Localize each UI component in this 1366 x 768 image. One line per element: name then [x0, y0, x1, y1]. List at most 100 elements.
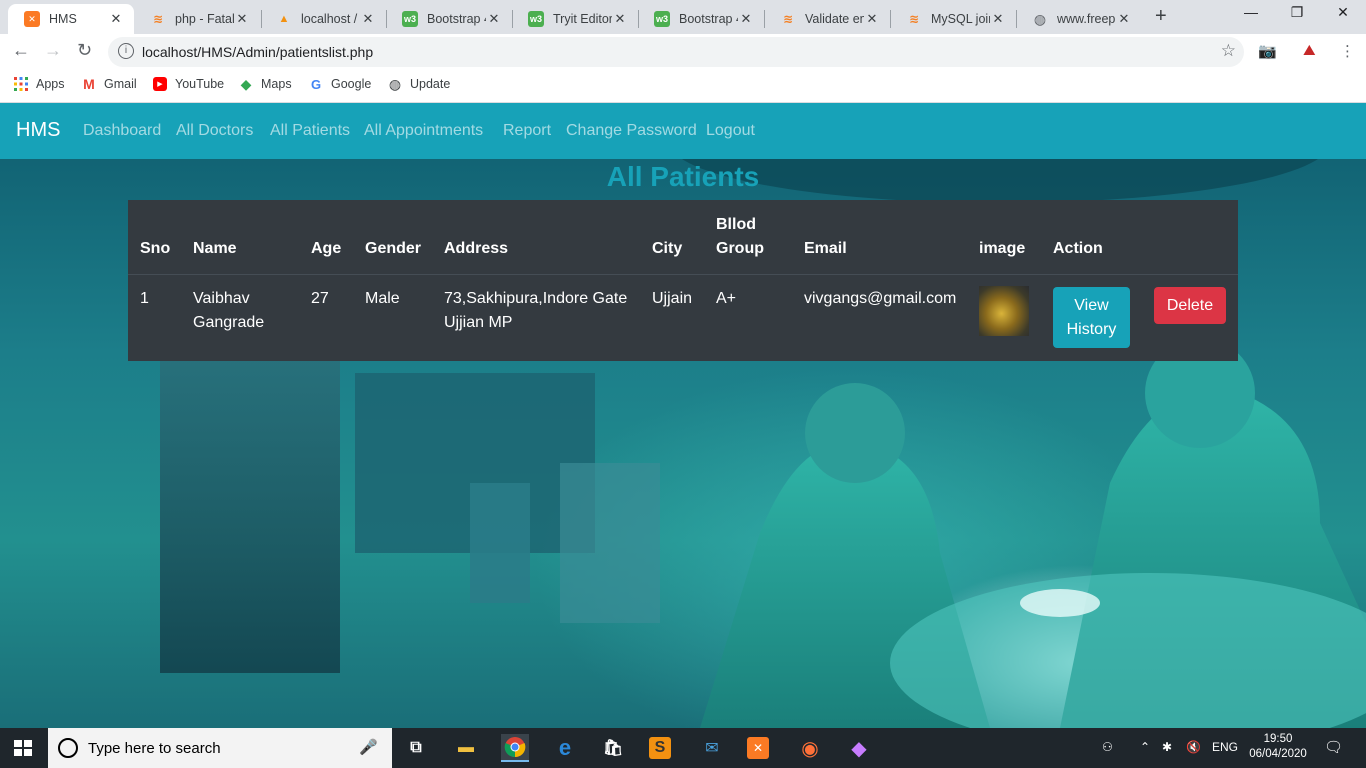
bookmark-label: Gmail	[104, 77, 137, 91]
bookmark-youtube[interactable]: ▶ YouTube	[153, 77, 224, 91]
header-city: City	[652, 240, 683, 257]
bookmark-google[interactable]: G Google	[309, 77, 372, 92]
network-icon[interactable]: ✱	[1162, 740, 1172, 754]
forward-arrow-icon[interactable]: →	[44, 40, 62, 61]
brand-logo[interactable]: HMS	[16, 119, 60, 142]
window-close-icon[interactable]: ✕	[1320, 4, 1366, 21]
close-icon[interactable]: ✕	[234, 11, 250, 27]
info-icon[interactable]: i	[118, 43, 134, 59]
sublime-text-icon[interactable]: S	[649, 737, 671, 759]
microphone-icon[interactable]: 🎤	[359, 738, 378, 756]
tab-localhost[interactable]: ▲ localhost / ✕	[260, 4, 386, 34]
close-icon[interactable]: ✕	[108, 11, 124, 27]
view-history-button[interactable]: View History	[1053, 287, 1130, 348]
close-icon[interactable]: ✕	[360, 11, 376, 27]
cell-sno: 1	[140, 290, 149, 307]
new-tab-plus-icon[interactable]: +	[1155, 5, 1167, 28]
nav-link-all-doctors[interactable]: All Doctors	[176, 122, 253, 140]
tab-validate-email[interactable]: ≋ Validate em ✕	[764, 4, 890, 34]
stackoverflow-icon: ≋	[152, 12, 164, 26]
nav-link-report[interactable]: Report	[503, 122, 551, 140]
paint-3d-icon[interactable]: ◆	[845, 734, 873, 762]
volume-muted-icon[interactable]: 🔇	[1186, 740, 1201, 754]
extension-icon[interactable]: ⛰	[1303, 42, 1316, 59]
header-image: image	[979, 240, 1026, 257]
menu-dots-icon[interactable]: ⋮	[1340, 42, 1355, 60]
bookmark-maps[interactable]: ◆ Maps	[239, 75, 292, 92]
tab-title: Bootstrap 4	[679, 12, 738, 26]
bookmark-apps[interactable]: Apps	[14, 77, 65, 91]
xampp-icon: ✕	[24, 11, 40, 27]
nav-link-all-appointments[interactable]: All Appointments	[364, 122, 483, 140]
background-photo	[0, 103, 1366, 728]
tab-bootstrap-2[interactable]: w3 Bootstrap 4 ✕	[638, 4, 764, 34]
header-age: Age	[311, 240, 342, 257]
show-hidden-icons-chevron[interactable]: ⌃	[1140, 740, 1150, 754]
header-action: Action	[1053, 240, 1103, 257]
task-view-icon[interactable]: ⧉	[402, 734, 430, 762]
bookmark-gmail[interactable]: M Gmail	[82, 76, 137, 92]
nav-link-all-patients[interactable]: All Patients	[270, 122, 350, 140]
people-icon[interactable]: ⚇	[1102, 740, 1113, 754]
tab-hms[interactable]: ✕ HMS ✕	[8, 4, 134, 34]
taskbar-clock[interactable]: 19:50 06/04/2020	[1246, 732, 1310, 762]
close-icon[interactable]: ✕	[612, 11, 628, 27]
tab-bootstrap-1[interactable]: w3 Bootstrap 4 ✕	[386, 4, 512, 34]
restore-icon[interactable]: ❐	[1274, 4, 1320, 21]
bookmark-update[interactable]: ◍ Update	[388, 76, 451, 92]
tab-title: MySQL join	[931, 12, 990, 26]
bookmark-star-icon[interactable]: ☆	[1221, 41, 1236, 61]
cell-age: 27	[311, 290, 329, 307]
notifications-icon[interactable]: 🗨	[1324, 738, 1343, 756]
camera-icon[interactable]: 📷	[1258, 42, 1277, 60]
firefox-icon[interactable]: ◉	[796, 734, 824, 762]
minimize-icon[interactable]: —	[1228, 4, 1274, 20]
cortana-circle-icon	[58, 738, 78, 758]
xampp-icon[interactable]: ✕	[747, 737, 769, 759]
tab-mysql-join[interactable]: ≋ MySQL join ✕	[890, 4, 1016, 34]
bookmark-label: Google	[331, 77, 372, 91]
nav-link-dashboard[interactable]: Dashboard	[83, 122, 161, 140]
edge-icon[interactable]: e	[551, 734, 579, 762]
file-explorer-icon[interactable]: ▬	[452, 734, 480, 762]
cell-city: Ujjain	[652, 290, 693, 307]
stackoverflow-icon: ≋	[782, 12, 794, 26]
clock-time: 19:50	[1263, 733, 1293, 745]
reload-icon[interactable]: ↻	[77, 40, 92, 61]
language-indicator[interactable]: ENG	[1212, 740, 1238, 754]
bookmark-label: Update	[410, 77, 451, 91]
bookmark-label: Maps	[261, 77, 292, 91]
header-email: Email	[804, 240, 847, 257]
header-blood-group-line2: Group	[716, 240, 764, 257]
close-icon[interactable]: ✕	[1116, 11, 1132, 27]
url-text[interactable]: localhost/HMS/Admin/patientslist.php	[142, 44, 373, 60]
patient-image-thumbnail	[979, 286, 1029, 336]
chrome-icon[interactable]	[501, 734, 529, 762]
back-arrow-icon[interactable]: ←	[12, 40, 30, 61]
close-icon[interactable]: ✕	[990, 11, 1006, 27]
maps-icon: ◆	[240, 75, 252, 92]
mail-icon[interactable]: ✉	[698, 734, 726, 762]
close-icon[interactable]: ✕	[486, 11, 502, 27]
windows-start-icon[interactable]	[14, 740, 32, 756]
header-gender: Gender	[365, 240, 422, 257]
cell-address-line2: Ujjian MP	[444, 314, 513, 331]
address-bar[interactable]: i localhost/HMS/Admin/patientslist.php ☆	[108, 37, 1244, 67]
cell-name-line1: Vaibhav	[193, 290, 250, 307]
table-divider	[128, 274, 1238, 275]
nav-link-change-password[interactable]: Change Password	[566, 122, 697, 140]
apps-grid-icon	[14, 77, 28, 91]
tab-freepik[interactable]: ◍ www.freepil ✕	[1016, 4, 1142, 34]
close-icon[interactable]: ✕	[864, 11, 880, 27]
gmail-icon: M	[83, 76, 95, 92]
clock-date: 06/04/2020	[1249, 748, 1307, 760]
taskbar-search-box[interactable]: Type here to search 🎤	[48, 728, 392, 768]
store-icon[interactable]: 🛍	[599, 734, 627, 762]
delete-button[interactable]: Delete	[1154, 287, 1226, 324]
close-icon[interactable]: ✕	[738, 11, 754, 27]
tab-tryit-editor[interactable]: w3 Tryit Editor ✕	[512, 4, 638, 34]
header-address: Address	[444, 240, 509, 257]
browser-tab-strip: ✕ HMS ✕ ≋ php - Fatal ✕ ▲ localhost / ✕ …	[0, 0, 1366, 34]
nav-link-logout[interactable]: Logout	[706, 122, 755, 140]
tab-php-fatal[interactable]: ≋ php - Fatal ✕	[134, 4, 260, 34]
